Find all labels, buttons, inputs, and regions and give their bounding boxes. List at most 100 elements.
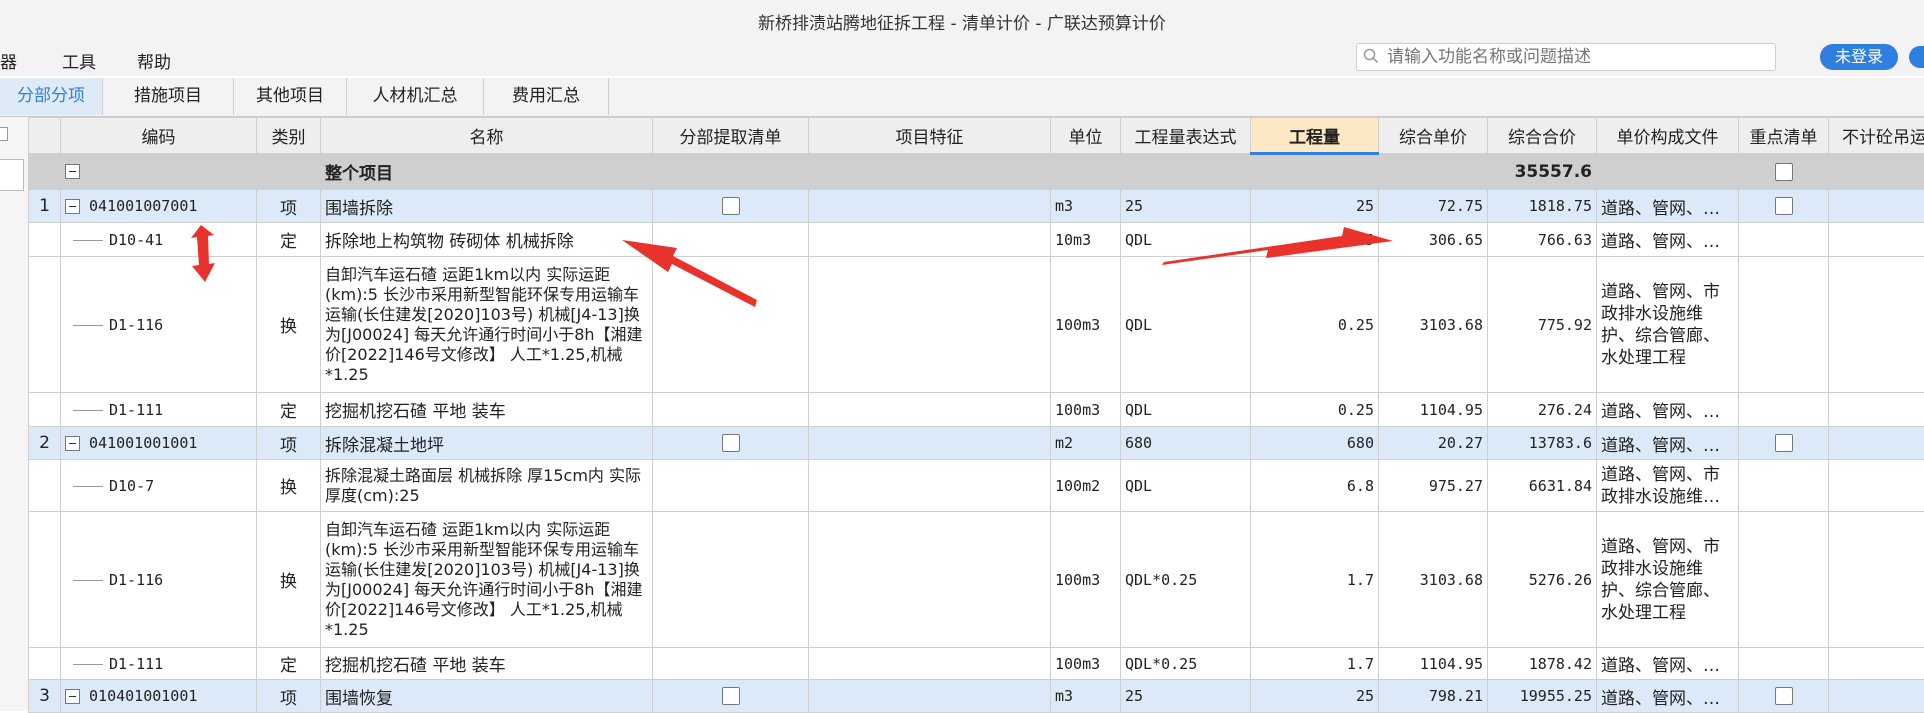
row-price: 3103.68 <box>1379 512 1488 648</box>
row-code: 041001007001 <box>89 197 197 215</box>
row-total: 13783.6 <box>1488 427 1597 460</box>
row-file[interactable]: 道路、管网、市政排水设施维… <box>1597 460 1739 512</box>
menu-item-tools[interactable]: 工具 <box>62 48 96 73</box>
row-unit: 100m3 <box>1051 648 1121 680</box>
row-expr[interactable]: 680 <box>1121 427 1251 460</box>
row-qty: 25 <box>1251 190 1379 223</box>
col-header-nocrane[interactable]: 不计砼吊运 <box>1829 118 1924 154</box>
table-row[interactable]: 2 041001001001 项 拆除混凝土地坪 m2 680 680 20.2… <box>29 427 1924 460</box>
row-price: 1104.95 <box>1379 648 1488 680</box>
tab-other-items[interactable]: 其他项目 <box>234 78 347 115</box>
row-qty: 25 <box>1251 680 1379 713</box>
col-header-qty[interactable]: 工程量 <box>1251 118 1379 154</box>
table-row[interactable]: D10-41 定 拆除地上构筑物 砖砌体 机械拆除 10m3 QDL 2.5 3… <box>29 223 1924 257</box>
table-row[interactable]: D1-116 换 自卸汽车运石碴 运距1km以内 实际运距(km):5 长沙市采… <box>29 257 1924 393</box>
row-code: D1-111 <box>109 401 163 419</box>
row-total: 766.63 <box>1488 223 1597 257</box>
row-qty: 680 <box>1251 427 1379 460</box>
collapse-toggle-icon[interactable] <box>65 199 80 214</box>
col-header-file[interactable]: 单价构成文件 <box>1597 118 1739 154</box>
row-seq: 1 <box>29 190 61 223</box>
row-name[interactable]: 自卸汽车运石碴 运距1km以内 实际运距(km):5 长沙市采用新型智能环保专用… <box>321 512 653 648</box>
col-header-feature[interactable]: 项目特征 <box>809 118 1051 154</box>
row-file[interactable]: 道路、管网、… <box>1597 427 1739 460</box>
col-header-name[interactable]: 名称 <box>321 118 653 154</box>
row-expr[interactable]: QDL <box>1121 257 1251 393</box>
row-name[interactable]: 拆除地上构筑物 砖砌体 机械拆除 <box>321 223 653 257</box>
collapse-toggle-icon[interactable] <box>65 689 80 704</box>
col-header-type[interactable]: 类别 <box>257 118 321 154</box>
row-file[interactable]: 道路、管网、… <box>1597 190 1739 223</box>
col-header-expr[interactable]: 工程量表达式 <box>1121 118 1251 154</box>
col-header-total[interactable]: 综合合价 <box>1488 118 1597 154</box>
row-unit: m3 <box>1051 190 1121 223</box>
row-expr[interactable]: QDL <box>1121 460 1251 512</box>
row-qty: 1.7 <box>1251 512 1379 648</box>
table-row[interactable]: D10-7 换 拆除混凝土路面层 机械拆除 厚15cm内 实际厚度(cm):25… <box>29 460 1924 512</box>
key-checkbox[interactable] <box>1775 163 1793 181</box>
row-name[interactable]: 围墙恢复 <box>321 680 653 713</box>
help-icon[interactable] <box>1909 46 1924 68</box>
row-file[interactable]: 道路、管网、市政排水设施维护、综合管廊、水处理工程 <box>1597 257 1739 393</box>
collapse-toggle-icon[interactable] <box>65 164 80 179</box>
tab-measures[interactable]: 措施项目 <box>103 78 234 115</box>
row-unit: 10m3 <box>1051 223 1121 257</box>
row-file[interactable]: 道路、管网、… <box>1597 680 1739 713</box>
table-row[interactable]: D1-111 定 挖掘机挖石碴 平地 装车 100m3 QDL*0.25 1.7… <box>29 648 1924 680</box>
row-price: 1104.95 <box>1379 393 1488 427</box>
collapse-icon[interactable] <box>0 127 8 141</box>
tab-labor-materials[interactable]: 人材机汇总 <box>347 78 484 115</box>
whole-project-name: 整个项目 <box>321 154 653 190</box>
row-name[interactable]: 拆除混凝土路面层 机械拆除 厚15cm内 实际厚度(cm):25 <box>321 460 653 512</box>
row-unit: m3 <box>1051 680 1121 713</box>
table-row[interactable]: 3 010401001001 项 围墙恢复 m3 25 25 798.21 19… <box>29 680 1924 713</box>
row-file[interactable]: 道路、管网、市政排水设施维护、综合管廊、水处理工程 <box>1597 512 1739 648</box>
row-expr[interactable]: QDL*0.25 <box>1121 648 1251 680</box>
row-file[interactable]: 道路、管网、… <box>1597 648 1739 680</box>
table-row[interactable]: D1-111 定 挖掘机挖石碴 平地 装车 100m3 QDL 0.25 110… <box>29 393 1924 427</box>
tree-line <box>73 580 103 581</box>
row-unit: 100m3 <box>1051 257 1121 393</box>
col-header-code[interactable]: 编码 <box>61 118 257 154</box>
row-name[interactable]: 自卸汽车运石碴 运距1km以内 实际运距(km):5 长沙市采用新型智能环保专用… <box>321 257 653 393</box>
row-name[interactable]: 围墙拆除 <box>321 190 653 223</box>
row-file[interactable]: 道路、管网、… <box>1597 223 1739 257</box>
login-button[interactable]: 未登录 <box>1820 44 1898 70</box>
key-checkbox[interactable] <box>1775 197 1793 215</box>
extract-checkbox[interactable] <box>722 434 740 452</box>
col-header-unit[interactable]: 单位 <box>1051 118 1121 154</box>
tab-sub-items[interactable]: 分部分项 <box>0 78 103 115</box>
key-checkbox[interactable] <box>1775 687 1793 705</box>
tab-cost-summary[interactable]: 费用汇总 <box>484 78 609 115</box>
col-header-key[interactable]: 重点清单 <box>1739 118 1829 154</box>
row-code: D10-41 <box>109 231 163 249</box>
col-header-seq <box>29 118 61 154</box>
col-header-extract[interactable]: 分部提取清单 <box>653 118 809 154</box>
col-header-price[interactable]: 综合单价 <box>1379 118 1488 154</box>
row-name[interactable]: 拆除混凝土地坪 <box>321 427 653 460</box>
menu-item-help[interactable]: 帮助 <box>137 48 171 73</box>
tab-bar: 分部分项 措施项目 其他项目 人材机汇总 费用汇总 <box>0 78 1924 117</box>
key-checkbox[interactable] <box>1775 434 1793 452</box>
whole-project-row[interactable]: 整个项目 35557.6 <box>29 154 1924 190</box>
row-qty: 2.5 <box>1251 223 1379 257</box>
menu-item-partial[interactable]: 器 <box>0 48 17 73</box>
row-file[interactable]: 道路、管网、… <box>1597 393 1739 427</box>
row-code: D1-111 <box>109 655 163 673</box>
row-name[interactable]: 挖掘机挖石碴 平地 装车 <box>321 393 653 427</box>
row-expr[interactable]: QDL <box>1121 393 1251 427</box>
collapse-toggle-icon[interactable] <box>65 436 80 451</box>
table-row[interactable]: D1-116 换 自卸汽车运石碴 运距1km以内 实际运距(km):5 长沙市采… <box>29 512 1924 648</box>
extract-checkbox[interactable] <box>722 197 740 215</box>
table-row[interactable]: 1 041001007001 项 围墙拆除 m3 25 25 72.75 181… <box>29 190 1924 223</box>
header-row: 编码 类别 名称 分部提取清单 项目特征 单位 工程量表达式 工程量 综合单价 … <box>29 118 1924 154</box>
row-expr[interactable]: 25 <box>1121 680 1251 713</box>
bill-grid: 编码 类别 名称 分部提取清单 项目特征 单位 工程量表达式 工程量 综合单价 … <box>28 117 1924 713</box>
function-search[interactable] <box>1356 43 1776 71</box>
row-expr[interactable]: QDL <box>1121 223 1251 257</box>
search-input[interactable] <box>1385 46 1769 68</box>
row-expr[interactable]: 25 <box>1121 190 1251 223</box>
extract-checkbox[interactable] <box>722 687 740 705</box>
row-expr[interactable]: QDL*0.25 <box>1121 512 1251 648</box>
row-name[interactable]: 挖掘机挖石碴 平地 装车 <box>321 648 653 680</box>
